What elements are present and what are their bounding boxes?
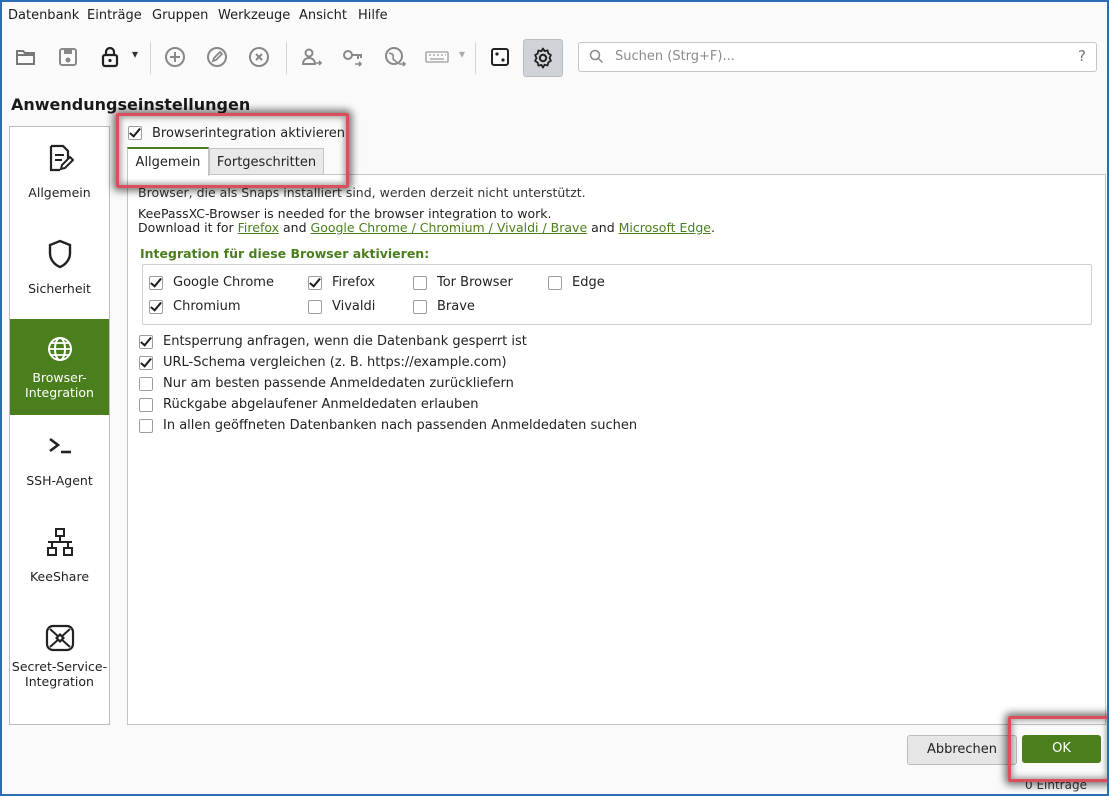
search-help-icon[interactable]: ?	[1078, 47, 1086, 65]
sidebar-item-sicherheit[interactable]: Sicherheit	[10, 223, 109, 319]
search-input[interactable]: Suchen (Strg+F)... ?	[578, 42, 1097, 72]
tor-browser-checkbox[interactable]	[413, 276, 427, 290]
download-prefix: Download it for	[138, 220, 234, 235]
option-expired-credentials-checkbox[interactable]	[139, 398, 153, 412]
chromium-checkbox[interactable]	[149, 300, 163, 314]
snap-notice: Browser, die als Snaps installiert sind,…	[138, 185, 586, 200]
option-expired-credentials-label[interactable]: Rückgabe abgelaufener Anmeldedaten erlau…	[163, 397, 479, 412]
status-entry-count: 0 Einträge	[1025, 778, 1087, 792]
period: .	[710, 220, 715, 235]
chrome-chromium-vivaldi-brave-link[interactable]: Google Chrome / Chromium / Vivaldi / Bra…	[311, 220, 588, 235]
sidebar-item-ssh-agent[interactable]: SSH-Agent	[10, 415, 109, 511]
option-search-all-databases-checkbox[interactable]	[139, 419, 153, 433]
google-chrome-checkbox[interactable]	[149, 276, 163, 290]
sidebar-item-label: Secret-Service-	[11, 659, 108, 674]
download-links-line: Download it for Firefox and Google Chrom…	[138, 220, 715, 235]
open-url-icon[interactable]	[378, 40, 412, 74]
firefox-checkbox[interactable]	[308, 276, 322, 290]
sidebar-item-label: Integration	[25, 674, 94, 689]
option-url-scheme-checkbox[interactable]	[139, 356, 153, 370]
vivaldi-label[interactable]: Vivaldi	[332, 299, 375, 314]
toolbar-separator	[475, 42, 476, 74]
sidebar-item-allgemein[interactable]: Allgemein	[10, 127, 109, 223]
globe-icon	[10, 335, 109, 363]
dropdown-arrow-icon[interactable]: ▾	[132, 47, 138, 61]
menu-eintraege[interactable]: Einträge	[87, 8, 142, 23]
secret-service-icon	[10, 623, 109, 653]
brave-checkbox[interactable]	[413, 300, 427, 314]
save-icon[interactable]	[51, 40, 85, 74]
tor-browser-label[interactable]: Tor Browser	[437, 275, 513, 290]
open-folder-icon[interactable]	[9, 40, 43, 74]
menu-gruppen[interactable]: Gruppen	[152, 8, 208, 23]
enable-browser-integration-checkbox[interactable]	[128, 126, 142, 140]
option-best-match-label[interactable]: Nur am besten passende Anmeldedaten zurü…	[163, 376, 514, 391]
vivaldi-checkbox[interactable]	[308, 300, 322, 314]
microsoft-edge-link[interactable]: Microsoft Edge	[619, 220, 711, 235]
app-window: Datenbank Einträge Gruppen Werkzeuge Ans…	[0, 0, 1109, 796]
shield-icon	[10, 238, 109, 270]
autotype-keyboard-icon[interactable]	[420, 40, 454, 74]
enable-browser-integration-label[interactable]: Browserintegration aktivieren	[152, 126, 345, 141]
sidebar-item-secret-service[interactable]: Secret-Service- Integration	[10, 607, 109, 717]
add-entry-icon[interactable]	[158, 40, 192, 74]
delete-entry-icon[interactable]	[242, 40, 276, 74]
chromium-label[interactable]: Chromium	[173, 299, 241, 314]
tab-allgemein[interactable]: Allgemein	[127, 147, 209, 176]
search-icon	[589, 49, 604, 64]
firefox-label[interactable]: Firefox	[332, 275, 375, 290]
option-best-match-checkbox[interactable]	[139, 377, 153, 391]
option-unlock-request-label[interactable]: Entsperrung anfragen, wenn die Datenbank…	[163, 334, 527, 349]
search-placeholder: Suchen (Strg+F)...	[615, 49, 735, 64]
sidebar-item-label: Sicherheit	[28, 281, 91, 296]
page-title: Anwendungseinstellungen	[11, 95, 251, 114]
network-tree-icon	[10, 527, 109, 557]
and-text: and	[283, 220, 307, 235]
edge-checkbox[interactable]	[548, 276, 562, 290]
sidebar-item-label: Integration	[25, 385, 94, 400]
sidebar-item-label: KeeShare	[29, 569, 90, 584]
and-text: and	[591, 220, 615, 235]
edit-entry-icon[interactable]	[200, 40, 234, 74]
sidebar-item-label: SSH-Agent	[26, 473, 93, 488]
sidebar-item-browser-integration[interactable]: Browser- Integration	[10, 319, 109, 415]
menu-ansicht[interactable]: Ansicht	[299, 8, 347, 23]
menu-hilfe[interactable]: Hilfe	[358, 8, 388, 23]
settings-sidebar: Allgemein Sicherheit Browser- Integratio…	[9, 126, 110, 725]
sidebar-item-label: Allgemein	[28, 185, 91, 200]
toolbar-separator	[286, 42, 287, 74]
menu-bar: Datenbank Einträge Gruppen Werkzeuge Ans…	[2, 2, 1107, 28]
copy-username-icon[interactable]	[294, 40, 328, 74]
terminal-prompt-icon	[10, 435, 109, 457]
autotype-dropdown-icon[interactable]: ▾	[459, 47, 465, 61]
password-generator-icon[interactable]	[483, 40, 517, 74]
option-unlock-request-checkbox[interactable]	[139, 335, 153, 349]
settings-icon[interactable]	[523, 39, 563, 77]
ok-button[interactable]: OK	[1022, 735, 1101, 763]
sidebar-item-label: Browser-	[32, 370, 87, 385]
toolbar-separator	[150, 42, 151, 74]
google-chrome-label[interactable]: Google Chrome	[173, 275, 274, 290]
copy-password-icon[interactable]	[336, 40, 370, 74]
browser-group-title: Integration für diese Browser aktivieren…	[140, 246, 430, 261]
keepassxc-browser-needed-text: KeePassXC-Browser is needed for the brow…	[138, 206, 552, 221]
brave-label[interactable]: Brave	[437, 299, 475, 314]
option-search-all-databases-label[interactable]: In allen geöffneten Datenbanken nach pas…	[163, 418, 637, 433]
tab-fortgeschritten[interactable]: Fortgeschritten	[209, 148, 324, 176]
cancel-button[interactable]: Abbrechen	[907, 735, 1017, 765]
lock-icon[interactable]	[93, 40, 127, 74]
sidebar-item-keeshare[interactable]: KeeShare	[10, 511, 109, 607]
edge-label[interactable]: Edge	[572, 275, 605, 290]
firefox-link[interactable]: Firefox	[238, 220, 279, 235]
document-edit-icon	[10, 143, 109, 173]
option-url-scheme-label[interactable]: URL-Schema vergleichen (z. B. https://ex…	[163, 355, 507, 370]
menu-werkzeuge[interactable]: Werkzeuge	[218, 8, 290, 23]
browser-group-box	[142, 264, 1092, 325]
menu-datenbank[interactable]: Datenbank	[8, 8, 79, 23]
